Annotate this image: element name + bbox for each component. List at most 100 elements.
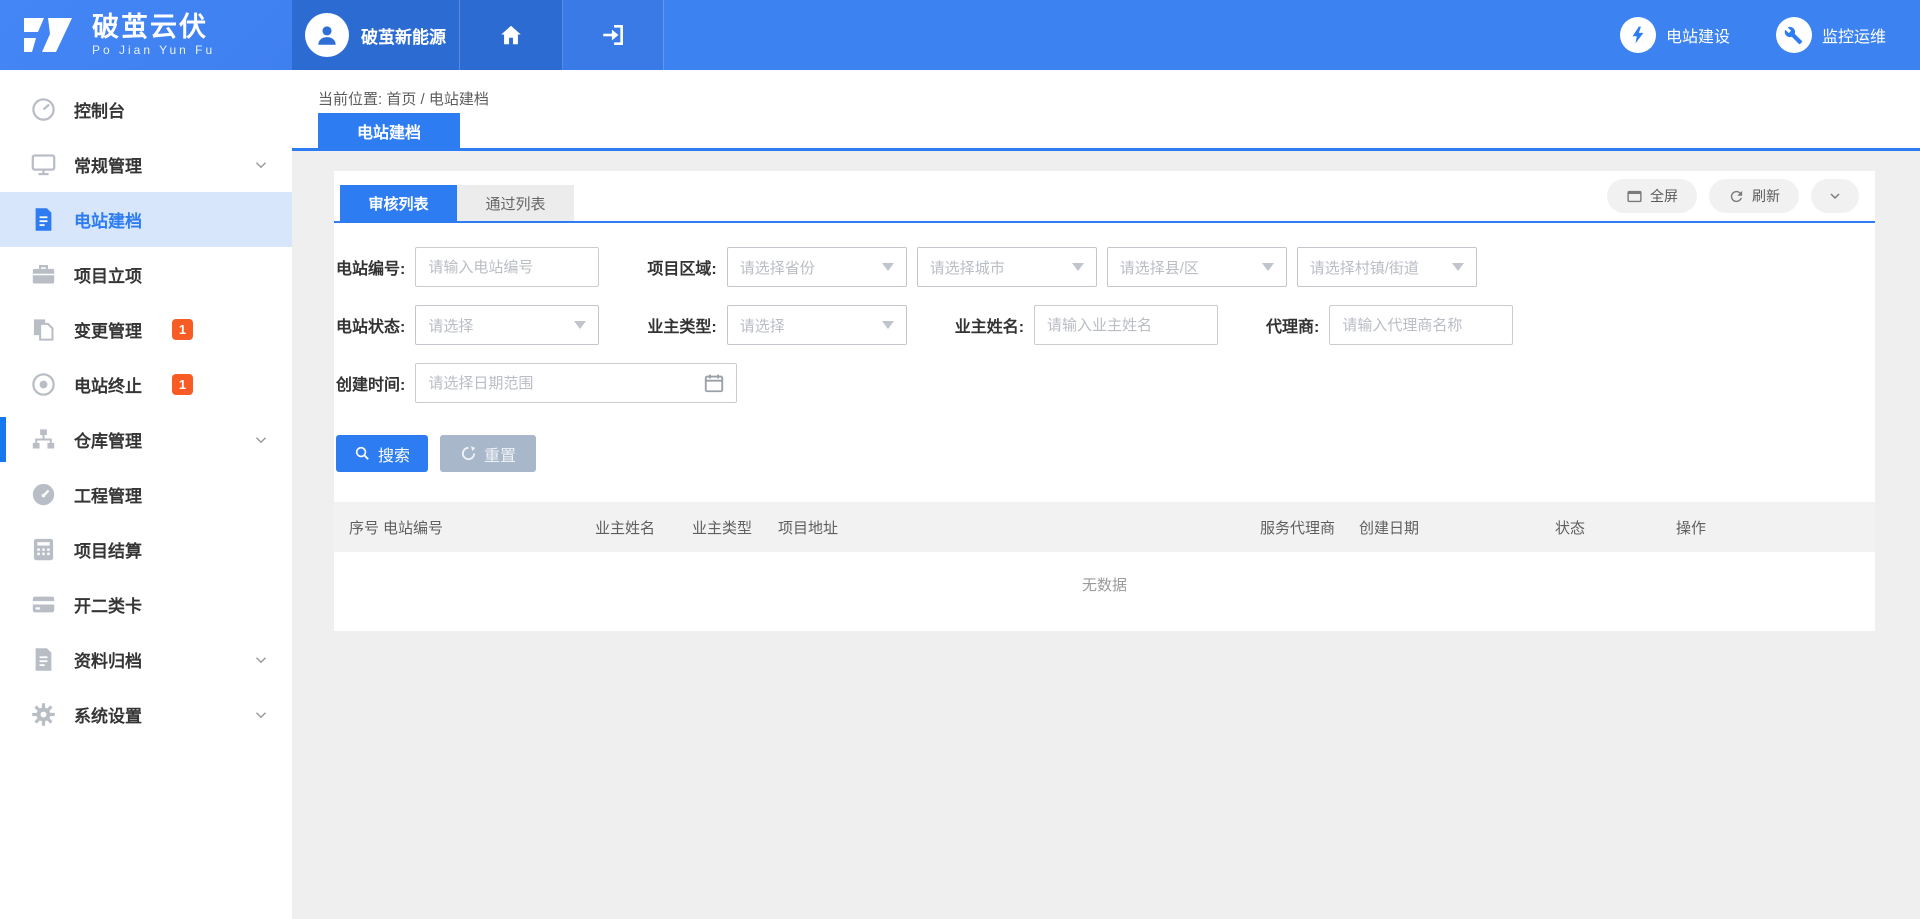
card-icon xyxy=(30,591,57,618)
table-header-row: 序号 电站编号 业主姓名 业主类型 项目地址 服务代理商 创建日期 状态 操作 xyxy=(334,502,1875,552)
col-station-no: 电站编号 xyxy=(383,517,595,538)
sidebar-item-open-class2-card[interactable]: 开二类卡 xyxy=(0,577,292,632)
logout-button[interactable] xyxy=(563,0,664,70)
change-mgmt-badge: 1 xyxy=(172,319,193,340)
top-header: 破茧云伏 Po Jian Yun Fu 破茧新能源 xyxy=(0,0,1920,70)
breadcrumb-path[interactable]: 首页 / 电站建档 xyxy=(386,91,489,108)
station-status-select[interactable]: 请选择 xyxy=(415,305,599,345)
brand-logo-icon xyxy=(20,12,78,58)
col-owner-type: 业主类型 xyxy=(692,517,778,538)
station-no-input[interactable] xyxy=(415,247,599,287)
sidebar-item-label: 变更管理 xyxy=(74,317,142,342)
sidebar-item-station-filing[interactable]: 电站建档 xyxy=(0,192,292,247)
reset-button[interactable]: 重置 xyxy=(440,435,536,472)
sidebar-item-label: 项目立项 xyxy=(74,262,142,287)
county-select[interactable]: 请选择县/区 xyxy=(1107,247,1287,287)
agent-label: 代理商: xyxy=(1266,313,1319,337)
station-status-placeholder: 请选择 xyxy=(428,315,473,336)
search-button[interactable]: 搜索 xyxy=(336,435,428,472)
col-service-agent: 服务代理商 xyxy=(1260,517,1359,538)
sidebar-item-project-initiation[interactable]: 项目立项 xyxy=(0,247,292,302)
results-table: 序号 电站编号 业主姓名 业主类型 项目地址 服务代理商 创建日期 状态 操作 … xyxy=(334,502,1875,605)
speedometer-icon xyxy=(30,481,57,508)
refresh-button[interactable]: 刷新 xyxy=(1709,179,1799,213)
panel: 审核列表 通过列表 全屏 刷新 xyxy=(334,171,1875,631)
col-project-addr: 项目地址 xyxy=(778,517,1260,538)
document-icon xyxy=(30,206,57,233)
caret-down-icon xyxy=(1072,263,1084,271)
caret-down-icon xyxy=(1452,263,1464,271)
nav-monitoring-ops[interactable]: 监控运维 xyxy=(1776,17,1886,53)
home-button[interactable] xyxy=(460,0,563,70)
sidebar-item-label: 控制台 xyxy=(74,97,125,122)
gear-icon xyxy=(30,701,57,728)
sidebar-item-change-mgmt[interactable]: 变更管理 1 xyxy=(0,302,292,357)
archive-doc-icon xyxy=(30,646,57,673)
owner-type-select[interactable]: 请选择 xyxy=(727,305,907,345)
content: 审核列表 通过列表 全屏 刷新 xyxy=(292,151,1920,631)
refresh-icon xyxy=(1728,188,1745,205)
sidebar-item-system-settings[interactable]: 系统设置 xyxy=(0,687,292,742)
wrench-icon xyxy=(1776,17,1812,53)
date-range-input[interactable] xyxy=(415,363,737,403)
search-icon xyxy=(354,445,371,462)
col-created-date: 创建日期 xyxy=(1359,517,1555,538)
province-select[interactable]: 请选择省份 xyxy=(727,247,907,287)
main-area: 当前位置: 首页 / 电站建档 电站建档 审核列表 通过列表 全屏 xyxy=(292,70,1920,919)
refresh-label: 刷新 xyxy=(1752,186,1780,206)
brand-logo-area[interactable]: 破茧云伏 Po Jian Yun Fu xyxy=(0,0,292,70)
caret-down-icon xyxy=(574,321,586,329)
home-icon xyxy=(498,22,524,48)
sidebar: 控制台 常规管理 电站建档 项目立项 xyxy=(0,70,292,919)
caret-down-icon xyxy=(882,263,894,271)
sidebar-item-warehouse-mgmt[interactable]: 仓库管理 xyxy=(0,412,292,467)
copy-icon xyxy=(30,316,57,343)
fullscreen-button[interactable]: 全屏 xyxy=(1607,179,1697,213)
town-select[interactable]: 请选择村镇/街道 xyxy=(1297,247,1477,287)
sidebar-item-station-termination[interactable]: 电站终止 1 xyxy=(0,357,292,412)
sidebar-item-engineering-mgmt[interactable]: 工程管理 xyxy=(0,467,292,522)
brand-title: 破茧云伏 xyxy=(92,13,215,41)
lightning-icon xyxy=(1620,17,1656,53)
calculator-icon xyxy=(30,536,57,563)
user-menu[interactable]: 破茧新能源 xyxy=(292,0,460,70)
sidebar-item-label: 工程管理 xyxy=(74,482,142,507)
sidebar-item-console[interactable]: 控制台 xyxy=(0,82,292,137)
agent-input[interactable] xyxy=(1329,305,1513,345)
col-owner-name: 业主姓名 xyxy=(595,517,692,538)
tab-review-list[interactable]: 审核列表 xyxy=(340,185,457,221)
monitor-icon xyxy=(30,151,57,178)
exit-icon xyxy=(600,22,626,48)
col-status: 状态 xyxy=(1555,517,1676,538)
sidebar-item-project-settlement[interactable]: 项目结算 xyxy=(0,522,292,577)
collapse-toolbar-button[interactable] xyxy=(1811,179,1859,213)
chevron-down-icon xyxy=(252,651,270,669)
city-select[interactable]: 请选择城市 xyxy=(917,247,1097,287)
sidebar-item-label: 资料归档 xyxy=(74,647,142,672)
sidebar-item-label: 仓库管理 xyxy=(74,427,142,452)
nav-monitoring-ops-label: 监控运维 xyxy=(1822,23,1886,47)
briefcase-icon xyxy=(30,261,57,288)
owner-name-input[interactable] xyxy=(1034,305,1218,345)
breadcrumb-strip: 当前位置: 首页 / 电站建档 电站建档 xyxy=(292,70,1920,151)
town-select-placeholder: 请选择村镇/街道 xyxy=(1310,257,1419,278)
project-region-label: 项目区域: xyxy=(647,255,716,279)
sidebar-item-data-archive[interactable]: 资料归档 xyxy=(0,632,292,687)
page-tab-station-filing[interactable]: 电站建档 xyxy=(318,113,460,148)
chevron-down-icon xyxy=(252,706,270,724)
caret-down-icon xyxy=(1262,263,1274,271)
header-main: 破茧新能源 电 xyxy=(292,0,1920,70)
nav-station-construction-label: 电站建设 xyxy=(1666,23,1730,47)
sidebar-item-label: 电站终止 xyxy=(74,372,142,397)
nav-station-construction[interactable]: 电站建设 xyxy=(1620,17,1730,53)
owner-type-placeholder: 请选择 xyxy=(740,315,785,336)
breadcrumb-prefix: 当前位置: xyxy=(318,91,382,108)
sidebar-item-label: 常规管理 xyxy=(74,152,142,177)
search-label: 搜索 xyxy=(378,442,410,466)
city-select-placeholder: 请选择城市 xyxy=(930,257,1005,278)
sidebar-item-general-mgmt[interactable]: 常规管理 xyxy=(0,137,292,192)
station-termination-badge: 1 xyxy=(172,374,193,395)
tab-passed-list[interactable]: 通过列表 xyxy=(457,185,574,221)
reset-label: 重置 xyxy=(484,442,516,466)
reset-icon xyxy=(460,445,477,462)
